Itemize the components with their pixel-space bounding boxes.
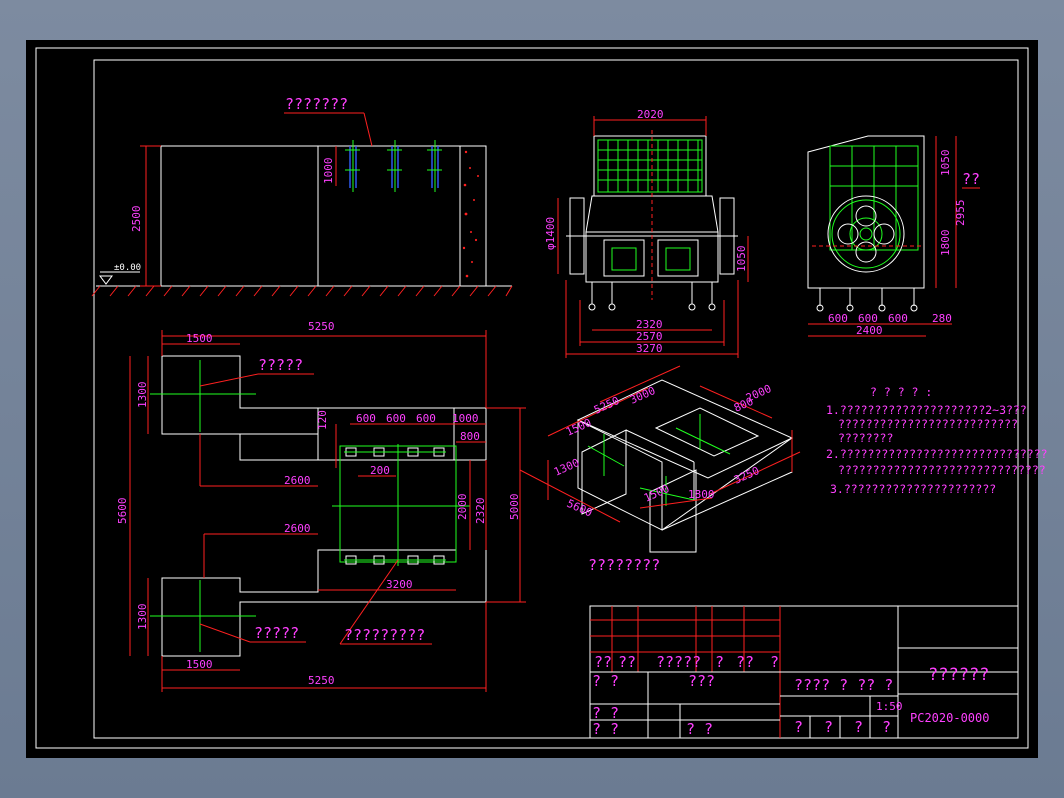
dim-plan-600-2: 600	[386, 412, 406, 425]
dim-plan-2000: 2000	[456, 494, 469, 521]
drawing-title: ??????	[928, 665, 989, 685]
tb-row1-c3: ?????	[656, 653, 701, 671]
callout-left-top: ?????	[258, 356, 303, 374]
tb-row1-c1: ??	[594, 653, 612, 671]
dim-plan-200: 200	[370, 464, 390, 477]
dim-plan-5600: 5600	[116, 498, 129, 525]
dim-front-3270: 3270	[636, 342, 663, 355]
iso-caption: ????????	[588, 556, 660, 574]
dim-side-600c: 600	[888, 312, 908, 325]
dim-plan-120: 120	[316, 410, 329, 430]
dim-elev-1000: 1000	[322, 158, 335, 185]
tb-row4-r1: ?	[794, 718, 803, 736]
dim-plan-1500-top: 1500	[186, 332, 213, 345]
callout-left-bottom: ?????	[254, 624, 299, 642]
tb-row1-c2: ??	[618, 653, 636, 671]
dim-plan-1300-top: 1300	[136, 382, 149, 409]
dim-plan-5250-bot: 5250	[308, 674, 335, 687]
dim-plan-5000: 5000	[508, 494, 521, 521]
dim-plan-3200: 3200	[386, 578, 413, 591]
dim-plan-1000: 1000	[452, 412, 479, 425]
dim-elev-2500: 2500	[130, 206, 143, 233]
dim-side-2955: 2955	[954, 200, 967, 227]
dim-plan-1300-bot: 1300	[136, 604, 149, 631]
dim-front-1050: 1050	[735, 246, 748, 273]
dim-plan-800: 800	[460, 430, 480, 443]
top-callout-label: ???????	[285, 95, 348, 113]
dim-front-phi1400: φ1400	[544, 217, 557, 250]
dim-side-600a: 600	[828, 312, 848, 325]
drawing-sheet	[26, 40, 1038, 758]
cad-viewport: 2500 1000 ±0.00 ??????? 2020 φ1400 1050 …	[0, 0, 1064, 798]
notes-line-1c: ????????	[838, 431, 893, 445]
tb-row4-r4: ?	[882, 718, 891, 736]
tb-row4-left: ? ?	[592, 720, 619, 738]
tb-row1-c5: ??	[736, 653, 754, 671]
tb-row2-mid: ???	[688, 672, 715, 690]
drawing-number: PC2020-0000	[910, 711, 989, 725]
tb-row4-r2: ?	[824, 718, 833, 736]
notes-heading: ? ? ? ? :	[870, 385, 932, 399]
tb-row2-left: ? ?	[592, 672, 619, 690]
dim-side-280: 280	[932, 312, 952, 325]
tb-row1-c6: ?	[770, 653, 779, 671]
tb-row2-right: ???? ? ?? ?	[794, 676, 893, 694]
notes-line-2b: ??????????????????????????????	[838, 463, 1046, 477]
dim-front-2020: 2020	[637, 108, 664, 121]
dim-plan-2320: 2320	[474, 498, 487, 525]
dim-side-1800: 1800	[939, 230, 952, 257]
side-qq-label: ??	[962, 170, 980, 188]
dim-plan-600-3: 600	[416, 412, 436, 425]
callout-mid-bottom: ?????????	[344, 626, 425, 644]
dim-plan-1500-bot: 1500	[186, 658, 213, 671]
dim-side-2400: 2400	[856, 324, 883, 337]
dim-iso-1800: 1800	[688, 488, 715, 501]
tb-row1-c4: ?	[715, 653, 724, 671]
tb-row4-mid: ? ?	[686, 720, 713, 738]
notes-line-1: 1.?????????????????????2~3???	[826, 403, 1027, 417]
ground-level-label: ±0.00	[114, 263, 141, 273]
notes-line-2: 2.??????????????????????????????	[826, 447, 1048, 461]
notes-line-3: 3.??????????????????????	[830, 482, 996, 496]
dim-side-1050: 1050	[939, 150, 952, 177]
tb-scale: 1:50	[876, 700, 903, 713]
notes-line-1b: ??????????????????????????	[838, 417, 1018, 431]
tb-row4-r3: ?	[854, 718, 863, 736]
dim-plan-600-1: 600	[356, 412, 376, 425]
drawing-canvas: 2500 1000 ±0.00 ??????? 2020 φ1400 1050 …	[26, 40, 1048, 758]
dim-plan-2600-b: 2600	[284, 522, 311, 535]
dim-plan-2600-a: 2600	[284, 474, 311, 487]
dim-plan-5250-top: 5250	[308, 320, 335, 333]
